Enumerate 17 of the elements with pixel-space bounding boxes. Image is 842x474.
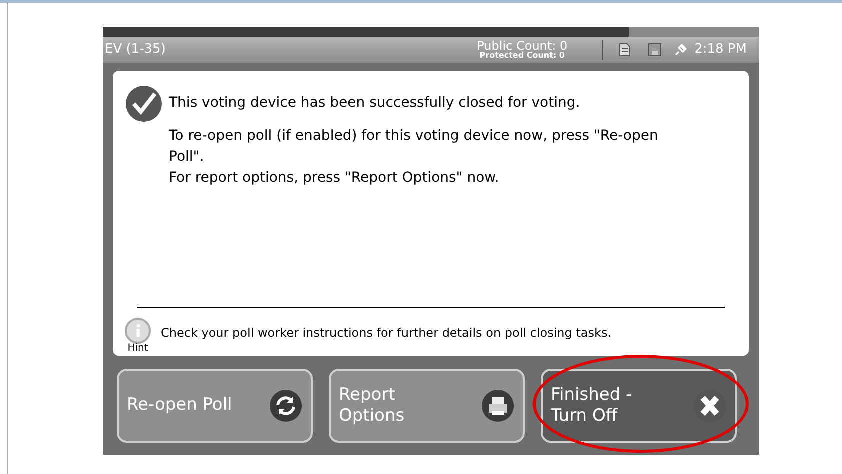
report-options-button[interactable]: Report Options bbox=[329, 369, 525, 443]
hint-label: Hint bbox=[128, 344, 148, 354]
station-label: EV (1-35) bbox=[105, 41, 166, 60]
checkmark-icon bbox=[125, 85, 163, 123]
info-icon bbox=[125, 318, 151, 344]
protected-count: Protected Count: 0 bbox=[480, 52, 565, 60]
hint-text: Check your poll worker instructions for further details on poll closing tasks. bbox=[161, 325, 612, 342]
clock-time: 2:18 PM bbox=[694, 41, 747, 60]
instruction-text: To re-open poll (if enabled) for this voting device now, press "Re-open Poll". bbox=[169, 127, 660, 167]
status-message: This voting device has been successfully closed for voting. bbox=[169, 94, 582, 113]
instruction-text: For report options, press "Report Options" now. bbox=[169, 169, 500, 188]
document-icon bbox=[616, 42, 633, 58]
turn-off-button[interactable]: Finished - Turn Off bbox=[541, 369, 737, 443]
reopen-poll-button[interactable]: Re-open Poll bbox=[117, 369, 313, 443]
printer-icon bbox=[481, 389, 515, 423]
refresh-icon bbox=[269, 389, 303, 423]
public-count: Public Count: 0 bbox=[477, 40, 568, 52]
